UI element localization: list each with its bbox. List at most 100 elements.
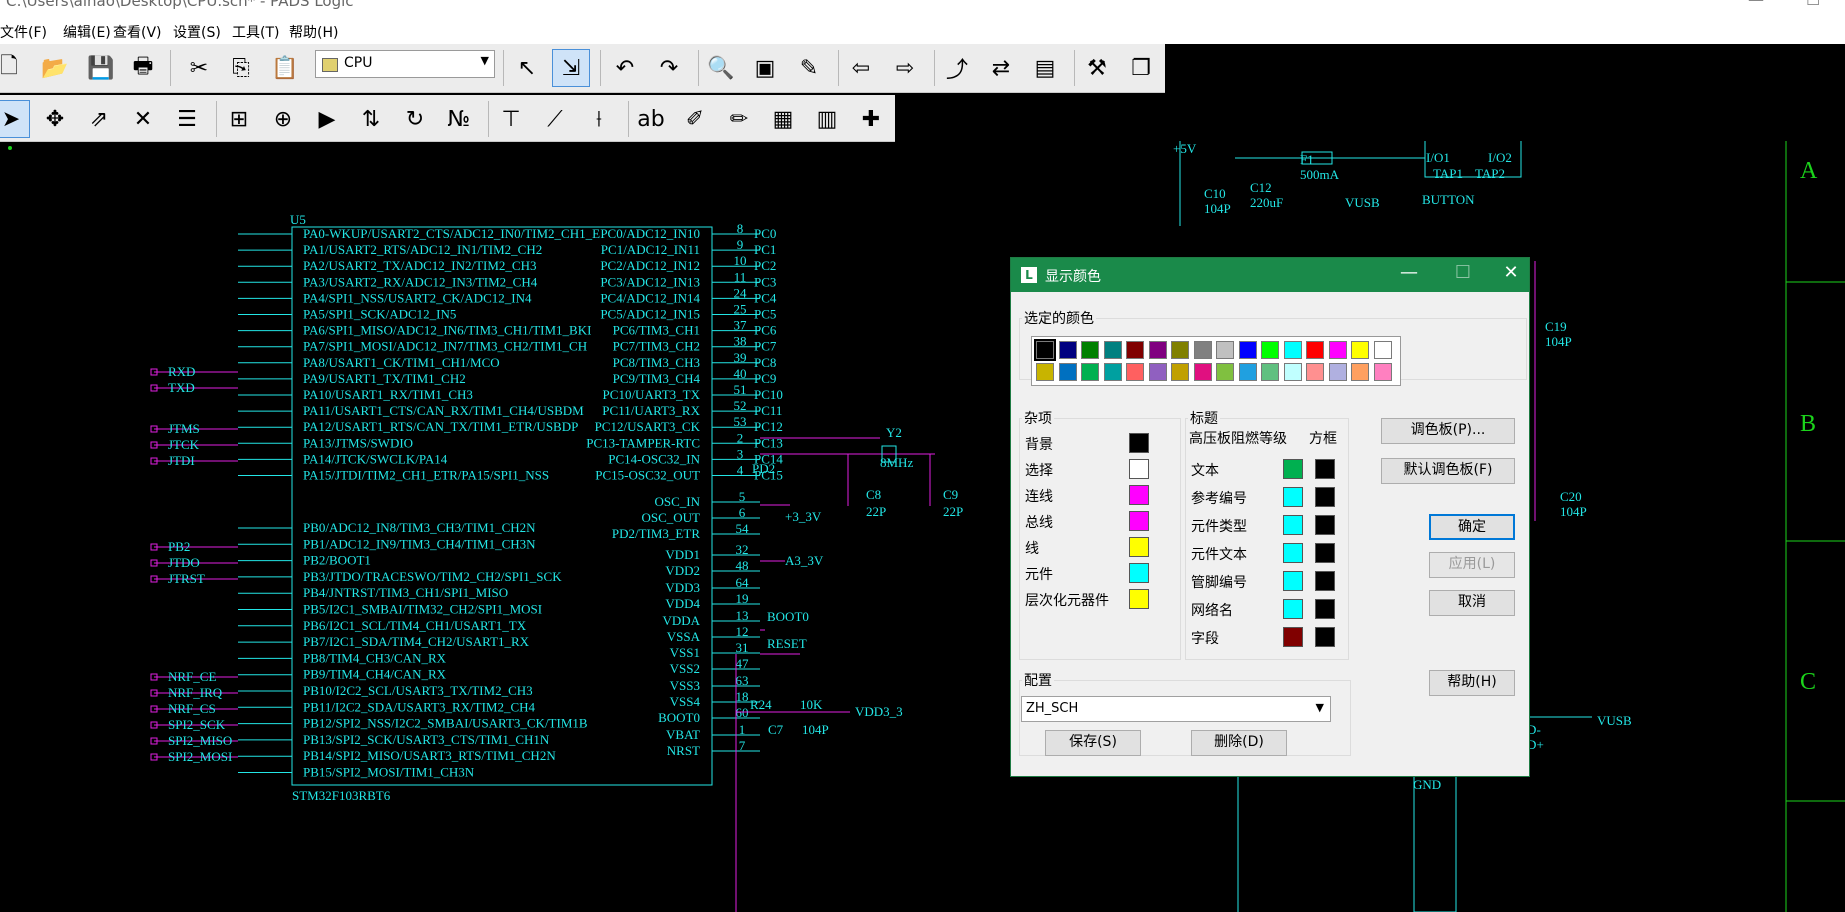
box-color-swatch[interactable] bbox=[1315, 571, 1335, 591]
properties-icon[interactable]: ▣ bbox=[746, 49, 784, 87]
palette-swatch[interactable] bbox=[1283, 341, 1302, 359]
print-icon[interactable]: 🖶 bbox=[124, 49, 162, 87]
ok-button[interactable]: 确定 bbox=[1429, 514, 1515, 540]
menu-help[interactable]: 帮助(H) bbox=[289, 22, 338, 42]
maximize-button[interactable]: ☐ bbox=[1806, 0, 1820, 8]
palette-swatch[interactable] bbox=[1081, 363, 1099, 381]
window-icon[interactable]: ❐ bbox=[1122, 49, 1160, 87]
add-text-icon[interactable]: ab bbox=[632, 100, 670, 138]
title-color-swatch[interactable] bbox=[1283, 459, 1303, 479]
box-color-swatch[interactable] bbox=[1315, 543, 1335, 563]
misc-color-swatch[interactable] bbox=[1129, 537, 1149, 557]
pads-layout-icon[interactable]: ⇄ bbox=[982, 49, 1020, 87]
palette-swatch[interactable] bbox=[1148, 363, 1167, 381]
add-field-fld-icon[interactable]: ✚ bbox=[852, 100, 890, 138]
palette-swatch[interactable] bbox=[1034, 339, 1056, 361]
help-button[interactable]: 帮助(H) bbox=[1429, 670, 1515, 696]
palette-button[interactable]: 调色板(P)... bbox=[1381, 418, 1515, 444]
schematic-edit-icon[interactable]: ⇲ bbox=[552, 49, 590, 87]
palette-swatch[interactable] bbox=[1058, 341, 1077, 359]
palette-swatch[interactable] bbox=[1328, 363, 1347, 381]
copy-to-library-icon[interactable]: ▥ bbox=[808, 100, 846, 138]
palette-swatch[interactable] bbox=[1193, 341, 1212, 359]
palette-swatch[interactable] bbox=[1351, 363, 1369, 381]
edit-line-icon[interactable]: ✏ bbox=[720, 100, 758, 138]
title-color-swatch[interactable] bbox=[1283, 487, 1303, 507]
dialog-close-button[interactable]: ✕ bbox=[1491, 262, 1531, 283]
cut-icon[interactable]: ✂ bbox=[180, 49, 218, 87]
title-color-swatch[interactable] bbox=[1283, 515, 1303, 535]
palette-swatch[interactable] bbox=[1261, 363, 1279, 381]
title-color-swatch[interactable] bbox=[1283, 627, 1303, 647]
config-select[interactable]: ZH_SCH ▼ bbox=[1021, 696, 1331, 722]
hammer-icon[interactable]: ⚒ bbox=[1078, 49, 1116, 87]
zoom-icon[interactable]: 🔍 bbox=[702, 49, 740, 87]
dialog-minimize-button[interactable]: — bbox=[1389, 262, 1429, 283]
title-color-swatch[interactable] bbox=[1283, 571, 1303, 591]
pads-router-icon[interactable]: ⤴ bbox=[938, 49, 976, 87]
select-arrow-icon[interactable]: ➤ bbox=[0, 100, 30, 138]
palette-swatch[interactable] bbox=[1081, 341, 1099, 359]
palette-swatch[interactable] bbox=[1103, 341, 1122, 359]
palette-swatch[interactable] bbox=[1193, 363, 1212, 381]
palette-swatch[interactable] bbox=[1126, 341, 1144, 359]
palette-swatch[interactable] bbox=[1238, 341, 1257, 359]
palette-swatch[interactable] bbox=[1328, 341, 1347, 359]
back-annotate-icon[interactable]: ⇦ bbox=[842, 49, 880, 87]
misc-color-swatch[interactable] bbox=[1129, 485, 1149, 505]
palette-swatch[interactable] bbox=[1148, 341, 1167, 359]
move-icon[interactable]: ✥ bbox=[36, 100, 74, 138]
add-part-icon[interactable]: ⊞ bbox=[220, 100, 258, 138]
delete-icon[interactable]: ✕ bbox=[124, 100, 162, 138]
misc-color-swatch[interactable] bbox=[1129, 511, 1149, 531]
palette-swatch[interactable] bbox=[1036, 363, 1054, 381]
menu-file[interactable]: 文件(F) bbox=[0, 22, 47, 42]
menu-view[interactable]: 查看(V) bbox=[113, 22, 162, 42]
properties-icon[interactable]: ☰ bbox=[168, 100, 206, 138]
box-color-swatch[interactable] bbox=[1315, 627, 1335, 647]
misc-color-swatch[interactable] bbox=[1129, 589, 1149, 609]
paste-icon[interactable]: 📋 bbox=[266, 49, 304, 87]
misc-color-swatch[interactable] bbox=[1129, 459, 1149, 479]
select-filter-icon[interactable]: ↖ bbox=[508, 49, 546, 87]
report-icon[interactable]: ▤ bbox=[1026, 49, 1064, 87]
save-icon[interactable]: 💾 bbox=[82, 49, 120, 87]
box-color-swatch[interactable] bbox=[1315, 515, 1335, 535]
cancel-button[interactable]: 取消 bbox=[1429, 590, 1515, 616]
minimize-button[interactable]: — bbox=[1748, 0, 1764, 8]
palette-swatch[interactable] bbox=[1216, 341, 1234, 359]
title-color-swatch[interactable] bbox=[1283, 599, 1303, 619]
schematic-canvas[interactable]: U5 STM32F103RBT6 PA0-WKUP/USART2_CTS/ADC12… bbox=[0, 141, 1845, 912]
renumber-icon[interactable]: № bbox=[440, 100, 478, 138]
palette-swatch[interactable] bbox=[1238, 363, 1257, 381]
hierarchy-icon[interactable]: ▶ bbox=[308, 100, 346, 138]
box-color-swatch[interactable] bbox=[1315, 599, 1335, 619]
palette-swatch[interactable] bbox=[1351, 341, 1369, 359]
undo-icon[interactable]: ↶ bbox=[606, 49, 644, 87]
palette-swatch[interactable] bbox=[1283, 363, 1302, 381]
palette-swatch[interactable] bbox=[1306, 341, 1324, 359]
menu-tools[interactable]: 工具(T) bbox=[232, 22, 279, 42]
add-2d-line-icon[interactable]: ✐ bbox=[676, 100, 714, 138]
add-wire-icon[interactable]: ⟊ bbox=[580, 100, 618, 138]
palette-swatch[interactable] bbox=[1058, 363, 1077, 381]
box-color-swatch[interactable] bbox=[1315, 487, 1335, 507]
rotate-icon[interactable]: ↻ bbox=[396, 100, 434, 138]
open-folder-icon[interactable]: 📂 bbox=[36, 49, 74, 87]
palette-swatch[interactable] bbox=[1216, 363, 1234, 381]
palette-swatch[interactable] bbox=[1373, 341, 1392, 359]
palette-swatch[interactable] bbox=[1306, 363, 1324, 381]
palette-swatch[interactable] bbox=[1373, 363, 1392, 381]
delete-button[interactable]: 删除(D) bbox=[1191, 730, 1287, 756]
add-field-icon[interactable]: ▦ bbox=[764, 100, 802, 138]
pen-icon[interactable]: ✎ bbox=[790, 49, 828, 87]
save-button[interactable]: 保存(S) bbox=[1045, 730, 1141, 756]
menu-setup[interactable]: 设置(S) bbox=[173, 22, 221, 42]
default-palette-button[interactable]: 默认调色板(F) bbox=[1381, 458, 1515, 484]
title-color-swatch[interactable] bbox=[1283, 543, 1303, 563]
add-part-alt-icon[interactable]: ⊕ bbox=[264, 100, 302, 138]
new-file-icon[interactable]: 🗋 bbox=[0, 49, 28, 87]
palette-swatch[interactable] bbox=[1103, 363, 1122, 381]
forward-annotate-icon[interactable]: ⇨ bbox=[886, 49, 924, 87]
menu-edit[interactable]: 编辑(E) bbox=[63, 22, 111, 42]
